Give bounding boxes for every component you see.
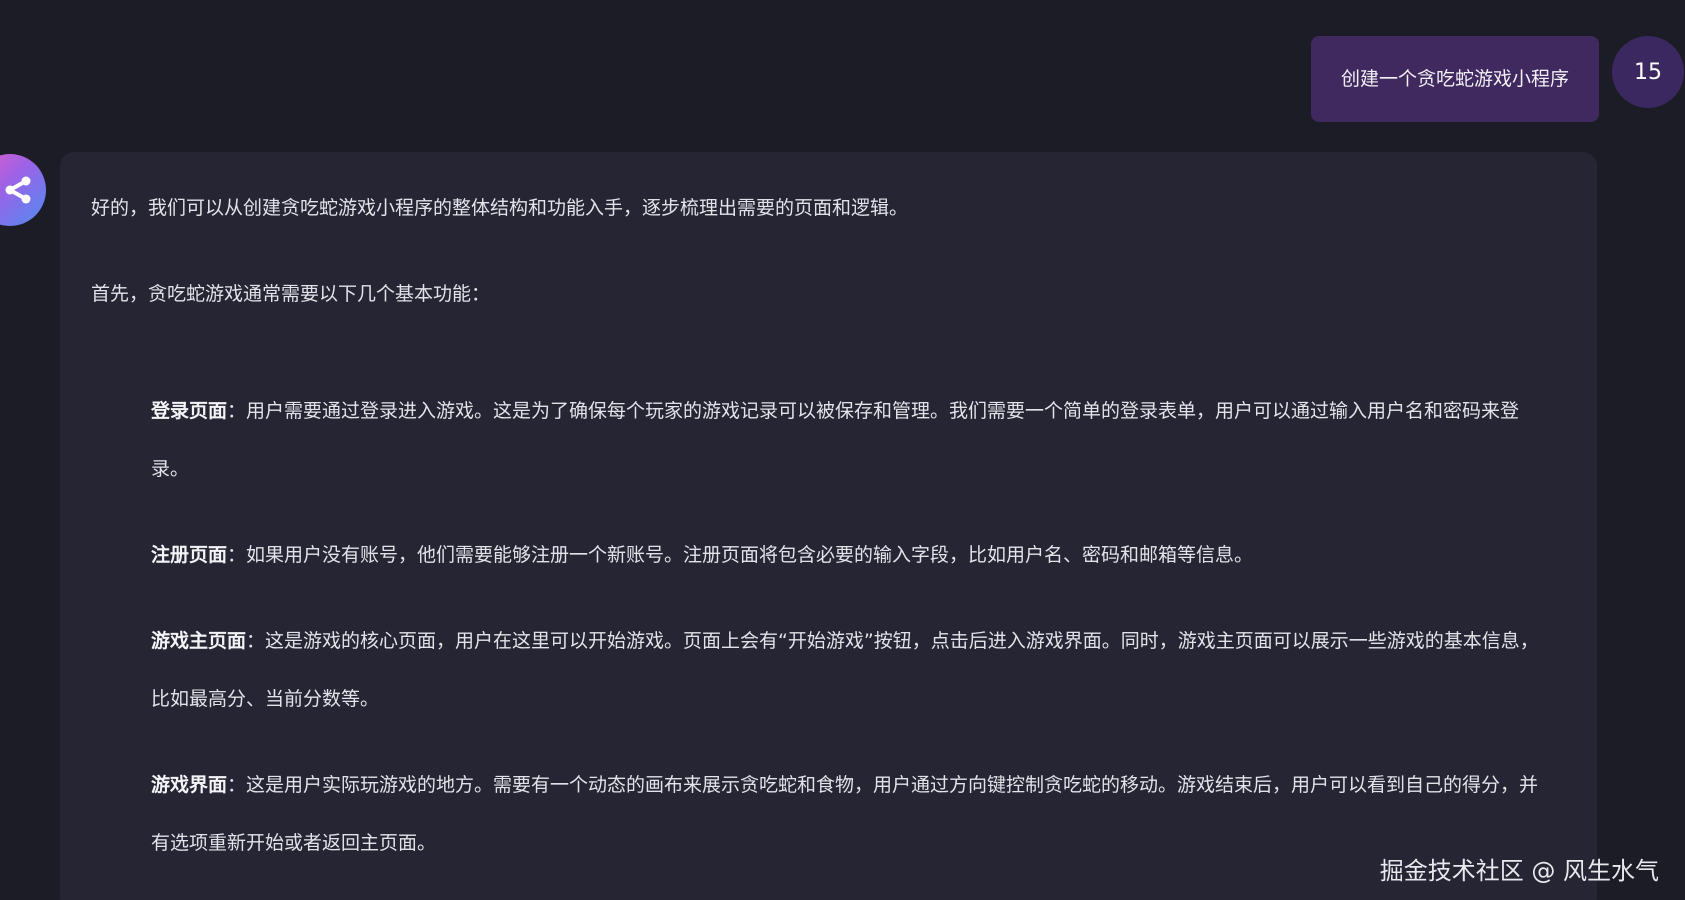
feature-body: ：这是用户实际玩游戏的地方。需要有一个动态的画布来展示贪吃蛇和食物，用户通过方向… [151, 774, 1539, 854]
assistant-message-card: 好的，我们可以从创建贪吃蛇游戏小程序的整体结构和功能入手，逐步梳理出需要的页面和… [60, 152, 1597, 900]
assistant-lead: 首先，贪吃蛇游戏通常需要以下几个基本功能： [91, 283, 491, 305]
feature-title: 游戏界面 [151, 774, 228, 796]
feature-item-login: 登录页面：用户需要通过登录进入游戏。这是为了确保每个玩家的游戏记录可以被保存和管… [151, 382, 1557, 498]
assistant-avatar [0, 154, 46, 226]
assistant-message-content: 好的，我们可以从创建贪吃蛇游戏小程序的整体结构和功能入手，逐步梳理出需要的页面和… [60, 152, 1597, 872]
feature-title: 注册页面 [151, 544, 228, 566]
share-icon [5, 176, 31, 204]
feature-list: 登录页面：用户需要通过登录进入游戏。这是为了确保每个玩家的游戏记录可以被保存和管… [91, 382, 1557, 872]
watermark: 掘金技术社区 @ 风生水气 [1379, 857, 1659, 885]
feature-item-game-home: 游戏主页面：这是游戏的核心页面，用户在这里可以开始游戏。页面上会有“开始游戏”按… [151, 612, 1557, 728]
feature-item-game-screen: 游戏界面：这是用户实际玩游戏的地方。需要有一个动态的画布来展示贪吃蛇和食物，用户… [151, 756, 1557, 872]
feature-body: ：这是游戏的核心页面，用户在这里可以开始游戏。页面上会有“开始游戏”按钮，点击后… [151, 630, 1539, 710]
chat-page: 创建一个贪吃蛇游戏小程序 15 好的，我们可以从创建贪吃蛇游戏小程序的整体结构和… [0, 0, 1685, 900]
feature-body: ：用户需要通过登录进入游戏。这是为了确保每个玩家的游戏记录可以被保存和管理。我们… [151, 400, 1520, 480]
feature-title: 登录页面 [151, 400, 228, 422]
feature-body: ：如果用户没有账号，他们需要能够注册一个新账号。注册页面将包含必要的输入字段，比… [227, 544, 1254, 566]
user-message-bubble: 创建一个贪吃蛇游戏小程序 [1310, 36, 1599, 122]
user-avatar[interactable]: 15 [1612, 36, 1684, 108]
feature-item-register: 注册页面：如果用户没有账号，他们需要能够注册一个新账号。注册页面将包含必要的输入… [151, 526, 1557, 584]
user-message-row: 创建一个贪吃蛇游戏小程序 [1310, 36, 1599, 122]
feature-title: 游戏主页面 [151, 630, 247, 652]
assistant-intro: 好的，我们可以从创建贪吃蛇游戏小程序的整体结构和功能入手，逐步梳理出需要的页面和… [91, 197, 909, 219]
